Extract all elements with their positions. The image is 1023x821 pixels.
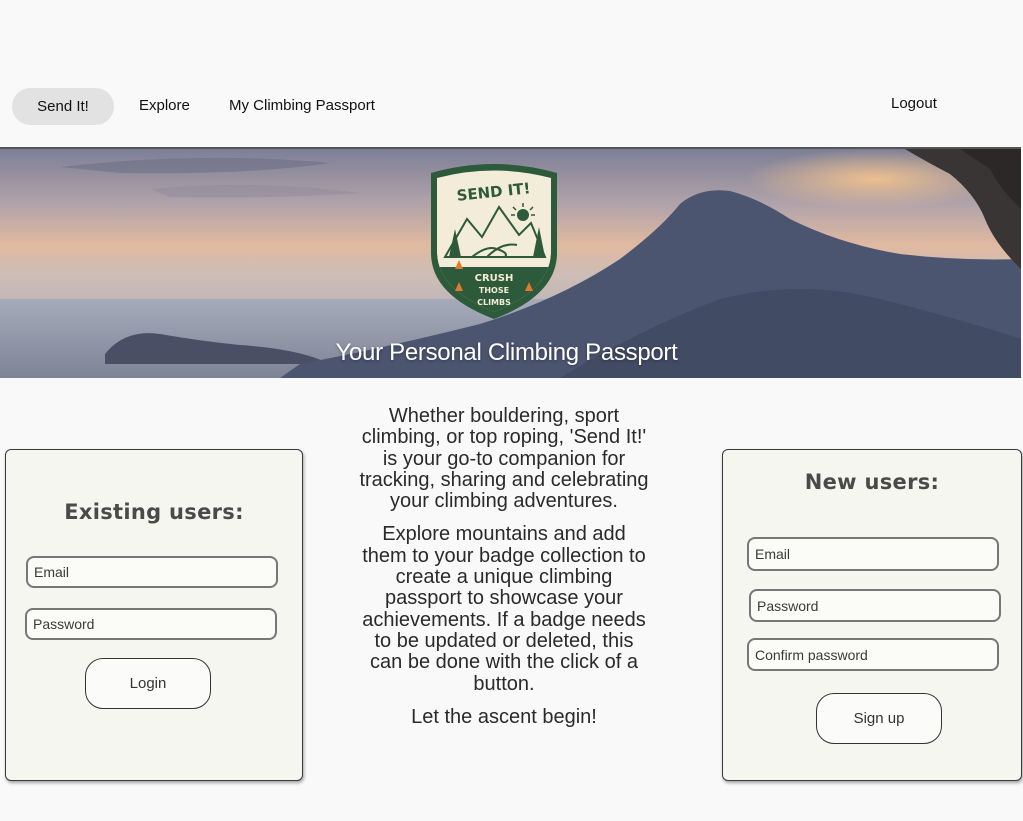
login-heading: Existing users: [64, 500, 244, 524]
login-password-input[interactable] [25, 608, 277, 640]
hero-banner: SEND IT! CRUSH THOSE CLIMBS Your Persona… [0, 147, 1021, 378]
login-button[interactable]: Login [85, 658, 211, 709]
top-nav: Send It! Explore My Climbing Passport Lo… [0, 88, 1023, 125]
signup-form: New users: Sign up [722, 449, 1022, 781]
intro-text: Whether bouldering, sport climbing, or t… [358, 405, 650, 740]
signup-heading: New users: [804, 470, 940, 494]
badge-line-2: THOSE [479, 286, 509, 295]
login-form: Existing users: Login [5, 449, 303, 781]
brand-home-button[interactable]: Send It! [12, 88, 114, 125]
badge-line-1: CRUSH [475, 273, 514, 284]
nav-passport-link[interactable]: My Climbing Passport [229, 97, 375, 114]
nav-logout-link[interactable]: Logout [891, 95, 937, 112]
nav-explore-link[interactable]: Explore [139, 97, 190, 114]
send-it-badge-logo: SEND IT! CRUSH THOSE CLIMBS [431, 164, 557, 319]
login-email-input[interactable] [26, 556, 278, 588]
signup-confirm-password-input[interactable] [747, 638, 999, 671]
intro-paragraph-1: Whether bouldering, sport climbing, or t… [359, 405, 649, 513]
signup-password-input[interactable] [749, 589, 1001, 622]
signup-email-input[interactable] [747, 537, 999, 571]
hero-title: Your Personal Climbing Passport [335, 339, 678, 366]
badge-line-3: CLIMBS [477, 298, 511, 307]
signup-button[interactable]: Sign up [816, 693, 942, 744]
intro-paragraph-3: Let the ascent begin! [411, 705, 597, 728]
intro-paragraph-2: Explore mountains and add them to your b… [362, 523, 646, 695]
